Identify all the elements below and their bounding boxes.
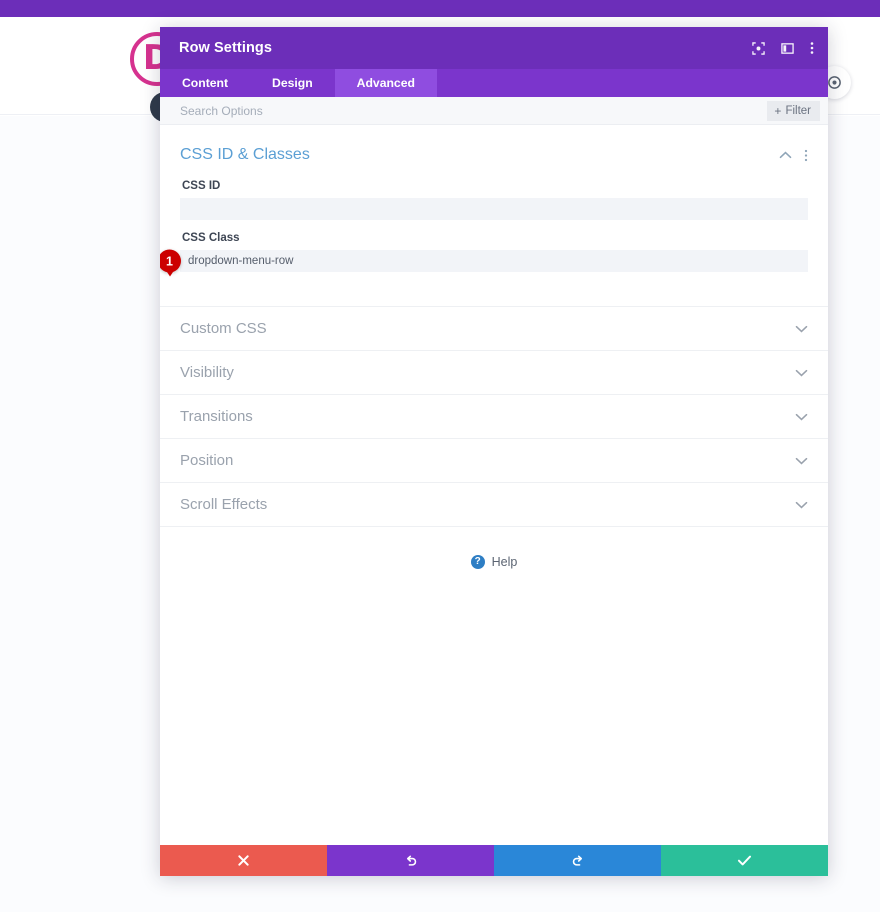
row-settings-modal: Row Settings <box>160 27 828 876</box>
css-id-input[interactable] <box>180 198 808 220</box>
modal-titlebar: Row Settings <box>160 27 828 69</box>
annotation-pin-1: 1 <box>160 250 181 273</box>
section-header[interactable]: CSS ID & Classes <box>180 125 808 172</box>
close-icon <box>237 854 250 867</box>
plus-icon: + <box>774 105 781 117</box>
modal-title: Row Settings <box>179 40 752 56</box>
help-link[interactable]: ? Help <box>160 526 828 599</box>
chevron-down-icon <box>795 413 808 421</box>
section-css-id-and-classes: CSS ID & Classes <box>160 125 828 306</box>
filter-button-label: Filter <box>785 105 811 117</box>
tab-design[interactable]: Design <box>250 69 335 97</box>
section-spacer <box>180 276 808 306</box>
modal-titlebar-actions <box>752 41 814 55</box>
gear-icon <box>827 75 842 90</box>
check-icon <box>737 854 752 867</box>
search-input[interactable] <box>180 104 767 118</box>
chevron-down-icon <box>795 325 808 333</box>
section-toggle-visibility[interactable]: Visibility <box>160 350 828 394</box>
field-css-id: CSS ID <box>180 172 808 224</box>
redo-icon <box>571 854 585 868</box>
chevron-up-icon[interactable] <box>779 151 792 159</box>
modal-footer <box>160 845 828 876</box>
field-label: CSS Class <box>180 224 808 250</box>
section-toggle-custom-css[interactable]: Custom CSS <box>160 306 828 350</box>
section-toggle-label: Visibility <box>180 364 795 381</box>
filter-button[interactable]: + Filter <box>767 101 820 121</box>
split-view-icon[interactable] <box>781 42 794 55</box>
tab-content[interactable]: Content <box>160 69 250 97</box>
redo-button[interactable] <box>494 845 661 876</box>
tab-advanced[interactable]: Advanced <box>335 69 437 97</box>
section-toggle-label: Custom CSS <box>180 320 795 337</box>
section-toggle-label: Scroll Effects <box>180 496 795 513</box>
fullscreen-icon[interactable] <box>752 42 765 55</box>
section-toggle-label: Transitions <box>180 408 795 425</box>
admin-top-bar <box>0 0 880 17</box>
undo-icon <box>404 854 418 868</box>
section-title: CSS ID & Classes <box>180 146 779 164</box>
more-options-icon[interactable] <box>804 149 808 162</box>
section-toggle-transitions[interactable]: Transitions <box>160 394 828 438</box>
search-bar: + Filter <box>160 97 828 125</box>
chevron-down-icon <box>795 369 808 377</box>
modal-body: CSS ID & Classes <box>160 125 828 845</box>
undo-button[interactable] <box>327 845 494 876</box>
field-label: CSS ID <box>180 172 808 198</box>
css-class-input[interactable] <box>180 250 808 272</box>
modal-tabs: Content Design Advanced <box>160 69 828 97</box>
save-button[interactable] <box>661 845 828 876</box>
section-toggle-label: Position <box>180 452 795 469</box>
help-label: Help <box>492 555 518 569</box>
chevron-down-icon <box>795 501 808 509</box>
field-css-class: CSS Class 1 <box>180 224 808 276</box>
section-header-actions <box>779 149 808 162</box>
section-toggle-scroll-effects[interactable]: Scroll Effects <box>160 482 828 526</box>
section-toggle-position[interactable]: Position <box>160 438 828 482</box>
chevron-down-icon <box>795 457 808 465</box>
cancel-button[interactable] <box>160 845 327 876</box>
question-mark-icon: ? <box>471 555 485 569</box>
more-options-icon[interactable] <box>810 41 814 55</box>
